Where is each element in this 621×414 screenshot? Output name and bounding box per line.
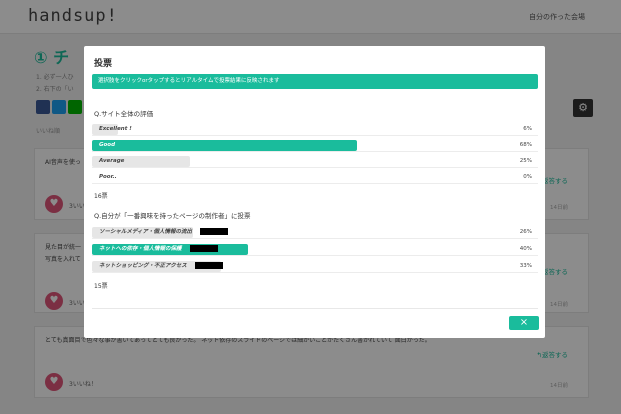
close-button[interactable]: × <box>509 316 539 330</box>
info-banner: 選択肢をクリックorタップするとリアルタイムで投票結果に反映されます <box>92 74 538 89</box>
option-label: ネットへの依存・個人情報の保護 <box>99 243 218 256</box>
option-label: Poor.. <box>99 174 117 180</box>
redaction-box <box>200 228 229 235</box>
vote-modal: 投票 選択肢をクリックorタップするとリアルタイムで投票結果に反映されます Q.… <box>84 46 545 338</box>
option-label: Average <box>99 158 125 164</box>
poll-option[interactable]: Excellent ! 6% <box>92 123 538 136</box>
poll-option[interactable]: Good 68% <box>92 139 538 152</box>
poll-option[interactable]: ソーシャルメディア・個人情報の流出 26% <box>92 226 538 239</box>
question-title: Q.自分が「一番興味を持ったページの制作者」に投票 <box>94 212 251 220</box>
option-percent: 0% <box>523 174 532 180</box>
option-label: Excellent ! <box>99 126 132 132</box>
vote-count: 16票 <box>94 193 108 200</box>
option-percent: 6% <box>523 126 532 132</box>
option-percent: 68% <box>519 142 532 148</box>
option-percent: 33% <box>519 263 532 269</box>
modal-title: 投票 <box>94 59 113 69</box>
question-title: Q.サイト全体の評価 <box>94 110 154 118</box>
option-label: ソーシャルメディア・個人情報の流出 <box>99 226 229 239</box>
option-percent: 25% <box>519 158 532 164</box>
modal-divider <box>92 308 538 309</box>
poll-option[interactable]: ネットへの依存・個人情報の保護 40% <box>92 243 538 256</box>
redaction-box <box>194 262 223 269</box>
option-label: Good <box>99 142 116 148</box>
poll-option[interactable]: Average 25% <box>92 155 538 168</box>
option-percent: 40% <box>519 246 532 252</box>
option-bar <box>92 140 357 151</box>
poll-option[interactable]: Poor.. 0% <box>92 171 538 184</box>
option-label: ネットショッピング・不正アクセス <box>99 260 223 273</box>
option-percent: 26% <box>519 229 532 235</box>
poll-option[interactable]: ネットショッピング・不正アクセス 33% <box>92 260 538 273</box>
vote-count: 15票 <box>94 283 108 290</box>
redaction-box <box>189 245 218 252</box>
